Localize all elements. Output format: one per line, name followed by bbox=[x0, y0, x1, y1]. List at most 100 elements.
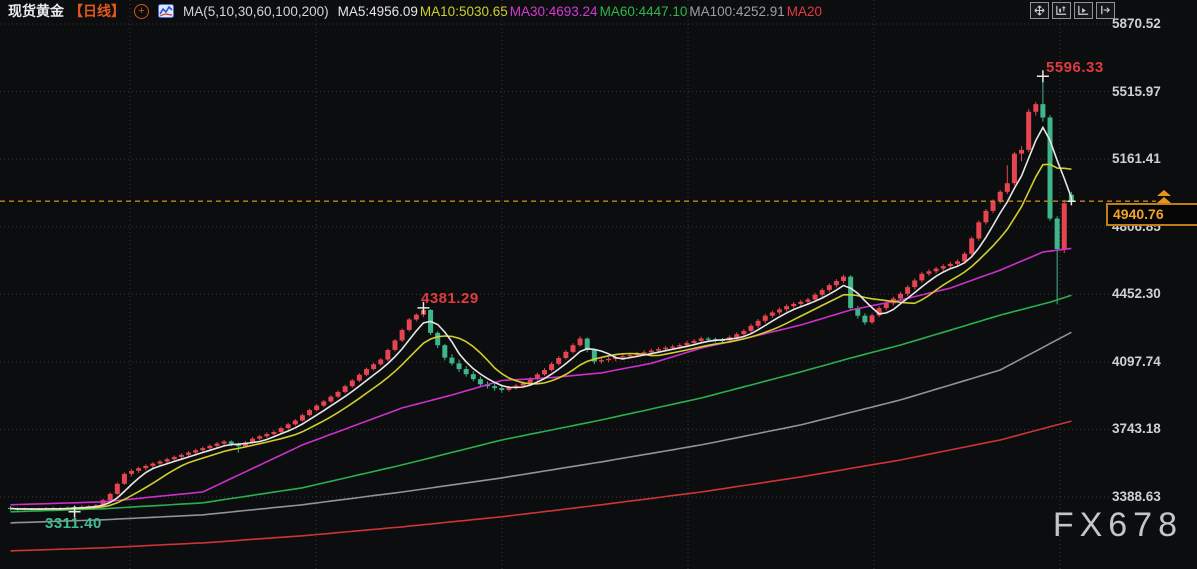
goto-latest-icon[interactable] bbox=[1096, 2, 1115, 19]
candle bbox=[1040, 104, 1045, 117]
candle bbox=[912, 280, 917, 287]
candle bbox=[350, 380, 355, 386]
legend-item-ma10: MA10:5030.65 bbox=[420, 4, 508, 19]
candle bbox=[542, 370, 547, 374]
candle bbox=[926, 271, 931, 273]
candle bbox=[200, 448, 205, 450]
candle bbox=[336, 392, 341, 397]
candle bbox=[449, 358, 454, 364]
candle bbox=[186, 453, 191, 455]
price-annotation-label: 3311.40 bbox=[45, 515, 102, 532]
candle bbox=[563, 352, 568, 358]
candle bbox=[656, 349, 661, 351]
circle-plus-icon[interactable]: + bbox=[134, 4, 149, 19]
candle bbox=[371, 364, 376, 369]
candle bbox=[478, 379, 483, 384]
candle bbox=[599, 360, 604, 361]
candle bbox=[207, 446, 212, 448]
legend-item-ma100: MA100:4252.91 bbox=[689, 4, 784, 19]
candle bbox=[214, 444, 219, 446]
candle bbox=[1005, 183, 1010, 192]
candle bbox=[556, 358, 561, 364]
candle bbox=[307, 410, 312, 415]
y-axis-label: 3743.18 bbox=[1112, 421, 1192, 436]
legend-item-ma5: MA5:4956.09 bbox=[338, 4, 418, 19]
candle bbox=[998, 192, 1003, 202]
candle bbox=[848, 277, 853, 308]
legend-item-ma30: MA30:4693.24 bbox=[510, 4, 598, 19]
y-axis-label: 4097.74 bbox=[1112, 354, 1192, 369]
pan-icon[interactable] bbox=[1030, 2, 1049, 19]
candle bbox=[663, 348, 668, 349]
ma-legend: MA5:4956.09MA10:5030.65MA30:4693.24MA60:… bbox=[338, 4, 824, 19]
candle bbox=[357, 375, 362, 381]
candle bbox=[222, 441, 227, 443]
y-axis-label: 5515.97 bbox=[1112, 84, 1192, 99]
candle bbox=[385, 350, 390, 360]
candle bbox=[179, 455, 184, 457]
candle bbox=[706, 339, 711, 340]
legend-item-ma20: MA20 bbox=[787, 4, 822, 19]
candle bbox=[279, 428, 284, 432]
candle bbox=[172, 457, 177, 459]
y-axis-label: 3388.63 bbox=[1112, 489, 1192, 504]
candle bbox=[955, 261, 960, 263]
candle bbox=[343, 386, 348, 392]
candle bbox=[165, 459, 170, 461]
candle bbox=[1026, 112, 1031, 150]
candle bbox=[293, 421, 298, 425]
watermark: FX678 bbox=[1053, 506, 1183, 545]
candle bbox=[1033, 104, 1038, 112]
current-price-box: 4940.76 bbox=[1106, 203, 1197, 226]
candle bbox=[948, 264, 953, 266]
candle bbox=[122, 474, 127, 484]
candlestick-chart-icon[interactable] bbox=[158, 4, 174, 18]
fit-chart-icon[interactable] bbox=[1052, 2, 1071, 19]
chart-header: 现货黄金 【日线】 + MA(5,10,30,60,100,200) MA5:4… bbox=[8, 2, 824, 20]
candle bbox=[321, 401, 326, 405]
candle bbox=[862, 316, 867, 323]
candle bbox=[578, 339, 583, 346]
candle bbox=[136, 468, 141, 471]
candle bbox=[983, 211, 988, 222]
y-axis-label: 5161.41 bbox=[1112, 151, 1192, 166]
candle bbox=[435, 333, 440, 345]
candle bbox=[193, 450, 198, 452]
candlestick-chart-canvas[interactable] bbox=[0, 0, 1197, 569]
candle bbox=[841, 277, 846, 281]
trading-chart-window: 现货黄金 【日线】 + MA(5,10,30,60,100,200) MA5:4… bbox=[0, 0, 1197, 569]
candle bbox=[407, 320, 412, 330]
candle bbox=[777, 309, 782, 312]
price-up-arrow-icon bbox=[1157, 190, 1171, 204]
candle bbox=[129, 471, 134, 474]
play-chart-icon[interactable] bbox=[1074, 2, 1093, 19]
ma-line-MA100 bbox=[11, 332, 1072, 523]
candle bbox=[549, 364, 554, 370]
candle bbox=[471, 374, 476, 379]
candle bbox=[378, 360, 383, 365]
candle bbox=[805, 299, 810, 301]
candle bbox=[748, 326, 753, 331]
candle bbox=[941, 266, 946, 268]
candle bbox=[464, 369, 469, 374]
candle bbox=[834, 281, 839, 285]
instrument-title: 现货黄金 bbox=[8, 1, 64, 21]
candle bbox=[314, 406, 319, 410]
candle bbox=[457, 363, 462, 369]
candle bbox=[364, 369, 369, 375]
candle bbox=[606, 359, 611, 360]
candle bbox=[300, 415, 305, 420]
candle bbox=[649, 351, 654, 353]
candle bbox=[1062, 203, 1067, 249]
candle bbox=[784, 306, 789, 309]
candle bbox=[158, 461, 163, 463]
current-price-value: 4940.76 bbox=[1113, 206, 1164, 222]
candle bbox=[1048, 117, 1053, 218]
candle bbox=[1055, 218, 1060, 248]
ma-params-label: MA(5,10,30,60,100,200) bbox=[183, 4, 329, 19]
candle bbox=[286, 424, 291, 428]
candle bbox=[969, 239, 974, 254]
candle bbox=[150, 464, 155, 466]
ma-layer bbox=[11, 127, 1072, 551]
candle bbox=[143, 466, 148, 468]
